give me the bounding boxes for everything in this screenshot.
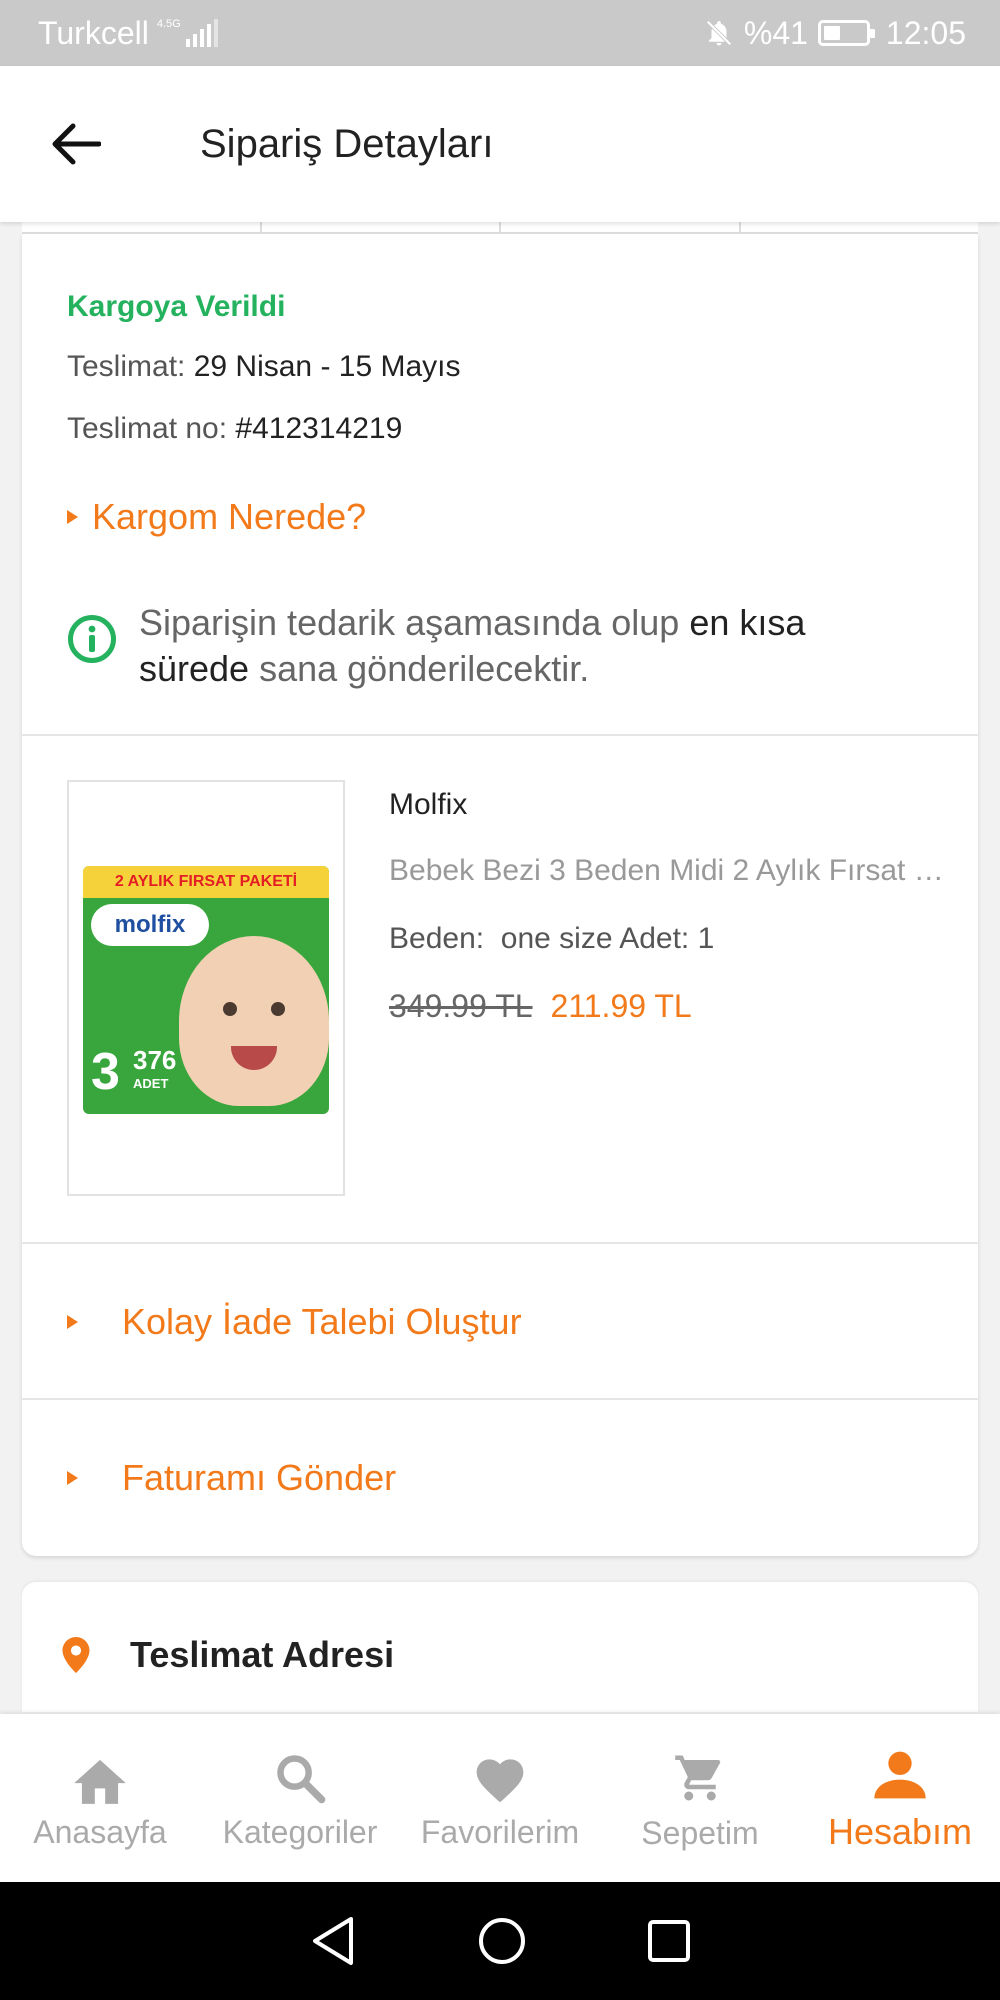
send-invoice-button[interactable]: Faturamı Gönder: [67, 1400, 396, 1556]
status-bar: Turkcell 4.5G %41 12:05: [0, 0, 1000, 66]
baby-photo: [179, 936, 329, 1106]
user-icon: [874, 1751, 926, 1799]
old-price: 349.99 TL: [389, 988, 533, 1024]
tab-strip: [22, 222, 978, 234]
caret-right-icon: [67, 1471, 78, 1485]
carrier-name: Turkcell: [38, 14, 149, 51]
status-right: %41 12:05: [704, 15, 966, 52]
product-attributes: Beden: one size Adet: 1: [389, 922, 714, 956]
battery-percent: %41: [743, 14, 808, 51]
carrier-group: Turkcell 4.5G: [38, 15, 218, 52]
easy-return-label: Kolay İade Talebi Oluştur: [122, 1301, 522, 1342]
delivery-number-value: #412314219: [235, 412, 403, 445]
nav-favorites[interactable]: Favorilerim: [400, 1714, 600, 1882]
battery-icon: [817, 20, 875, 46]
system-navigation-bar: [0, 1882, 1000, 2000]
info-circle-icon: [68, 615, 116, 663]
bottom-navigation: Anasayfa Kategoriler Favorilerim Sepetim…: [0, 1714, 1000, 1882]
track-shipment-link[interactable]: Kargom Nerede?: [67, 496, 366, 538]
pack-brand-logo: molfix: [91, 904, 209, 946]
nav-categories-label: Kategoriler: [222, 1813, 378, 1850]
delivery-number-row: Teslimat no: #412314219: [67, 412, 402, 446]
nav-home-label: Anasayfa: [33, 1813, 167, 1850]
caret-right-icon: [67, 1315, 78, 1329]
nav-categories[interactable]: Kategoriler: [200, 1714, 400, 1882]
signal-icon: 4.5G: [157, 19, 218, 47]
app-bar: Sipariş Detayları: [0, 66, 1000, 222]
product-price: 349.99 TL 211.99 TL: [389, 988, 692, 1025]
location-pin-icon: [62, 1637, 90, 1673]
sale-price: 211.99 TL: [550, 988, 692, 1024]
nav-cart-label: Sepetim: [641, 1814, 759, 1851]
address-title: Teslimat Adresi: [130, 1634, 395, 1675]
mute-bell-icon: [706, 20, 732, 46]
clock: 12:05: [885, 14, 966, 51]
address-header: Teslimat Adresi: [62, 1634, 394, 1676]
search-icon: [277, 1754, 326, 1803]
pack-banner: 2 AYLIK FIRSAT PAKETİ: [83, 866, 329, 898]
home-icon: [74, 1759, 126, 1804]
nav-account-label: Hesabım: [827, 1811, 973, 1852]
order-card: Kargoya Verildi Teslimat: 29 Nisan - 15 …: [22, 234, 978, 1556]
caret-right-icon: [67, 510, 78, 524]
back-button[interactable]: [0, 66, 150, 222]
product-image[interactable]: 2 AYLIK FIRSAT PAKETİ molfix 3 376 ADET: [67, 780, 345, 1196]
pack-size: 3: [91, 1043, 120, 1101]
address-card[interactable]: Teslimat Adresi: [22, 1582, 978, 1712]
track-shipment-label: Kargom Nerede?: [92, 496, 367, 537]
pack-count-value: 376: [133, 1045, 177, 1075]
delivery-number-label: Teslimat no:: [67, 412, 228, 445]
easy-return-button[interactable]: Kolay İade Talebi Oluştur: [67, 1244, 522, 1400]
pack-count: 376 ADET: [133, 1045, 177, 1096]
info-message: Siparişin tedarik aşamasında olup en kıs…: [67, 600, 927, 692]
nav-favorites-label: Favorilerim: [420, 1813, 580, 1850]
info-text-bold2: sürede: [139, 648, 250, 689]
quantity-label: Adet:: [619, 922, 690, 955]
size-value: one size: [500, 922, 613, 955]
info-text-bold1: en kısa: [689, 602, 806, 643]
nav-home[interactable]: Anasayfa: [0, 1714, 200, 1882]
send-invoice-label: Faturamı Gönder: [122, 1457, 397, 1498]
size-label: Beden:: [389, 922, 485, 955]
back-triangle-icon[interactable]: [309, 1915, 357, 1967]
product-name[interactable]: Bebek Bezi 3 Beden Midi 2 Aylık Fırsat P…: [389, 854, 949, 888]
heart-icon: [476, 1758, 524, 1802]
info-text-part2: sana gönderilecektir.: [249, 648, 590, 689]
cart-icon: [675, 1755, 721, 1800]
divider: [22, 734, 978, 736]
arrow-left-icon: [52, 123, 101, 165]
delivery-date-value: 29 Nisan - 15 Mayıs: [193, 350, 461, 383]
product-brand: Molfix: [389, 788, 468, 821]
nav-account[interactable]: Hesabım: [800, 1714, 1000, 1882]
quantity-value: 1: [697, 922, 715, 955]
recents-square-icon[interactable]: [647, 1919, 691, 1963]
info-text-part1: Siparişin tedarik aşamasında olup: [139, 602, 690, 643]
pack-count-unit: ADET: [133, 1076, 169, 1091]
delivery-date-label: Teslimat:: [67, 350, 186, 383]
nav-cart[interactable]: Sepetim: [600, 1714, 800, 1882]
network-type: 4.5G: [156, 18, 181, 30]
info-text: Siparişin tedarik aşamasında olup en kıs…: [139, 600, 805, 692]
diaper-pack-image: 2 AYLIK FIRSAT PAKETİ molfix 3 376 ADET: [83, 866, 329, 1114]
home-circle-icon[interactable]: [477, 1916, 527, 1966]
delivery-date-row: Teslimat: 29 Nisan - 15 Mayıs: [67, 350, 460, 384]
shipment-status: Kargoya Verildi: [67, 290, 286, 323]
page-title: Sipariş Detayları: [200, 121, 494, 166]
